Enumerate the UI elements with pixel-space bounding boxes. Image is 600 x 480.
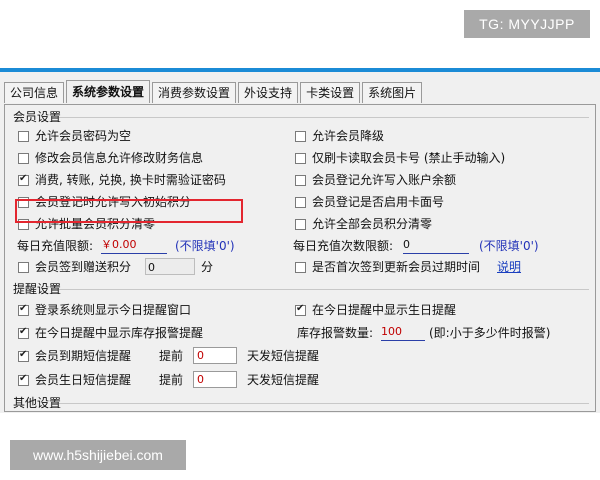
birthday-sms-checkbox[interactable] (18, 373, 29, 386)
daily-recharge-count-input[interactable]: 0 (403, 237, 469, 254)
expiry-sms-days-input[interactable]: 0 (193, 347, 237, 364)
section-divider (59, 289, 589, 290)
tab-card-types[interactable]: 卡类设置 (300, 82, 361, 103)
watermark-bottom: www.h5shijiebei.com (10, 440, 186, 470)
signin-points-input[interactable]: 0 (145, 258, 195, 275)
allow-balance-label: 会员登记允许写入账户余额 (312, 173, 457, 187)
stock-threshold-hint: (即:小于多少件时报警) (429, 326, 551, 340)
daily-recharge-amount-label: 每日充值限额: (17, 239, 94, 253)
birthday-sms-days-input[interactable]: 0 (193, 371, 237, 388)
stock-alert-checkbox[interactable] (18, 326, 29, 339)
allow-edit-finance-label: 修改会员信息允许修改财务信息 (35, 151, 204, 165)
reminder-section-title: 提醒设置 (13, 282, 62, 296)
clear-all-points-checkbox[interactable] (295, 219, 306, 230)
require-password-checkbox[interactable] (18, 173, 29, 186)
birthday-today-checkbox[interactable] (295, 303, 306, 316)
expiry-sms-suffix: 天发短信提醒 (247, 349, 320, 363)
daily-recharge-amount-input[interactable]: ￥0.00 (101, 237, 167, 254)
birthday-today-label: 在今日提醒中显示生日提醒 (312, 303, 457, 317)
member-section-title: 会员设置 (13, 110, 62, 124)
expiry-sms-advance: 提前 (159, 349, 184, 363)
allow-empty-password-checkbox[interactable] (18, 131, 29, 142)
signin-points-unit: 分 (201, 260, 214, 274)
stock-alert-label: 在今日提醒中显示库存报警提醒 (35, 326, 204, 340)
highlight-annotation-box (15, 199, 243, 223)
daily-recharge-count-label: 每日充值次数限额: (293, 239, 394, 253)
stock-threshold-input[interactable]: 100 (381, 324, 425, 341)
login-popup-checkbox[interactable] (18, 303, 29, 316)
require-password-label: 消费, 转账, 兑换, 换卡时需验证密码 (35, 173, 226, 187)
first-signin-label: 是否首次签到更新会员过期时间 (312, 260, 481, 274)
swipe-only-checkbox[interactable] (295, 153, 306, 164)
stock-threshold-label: 库存报警数量: (297, 326, 374, 340)
tab-consumption-params[interactable]: 消费参数设置 (152, 82, 237, 103)
birthday-sms-suffix: 天发短信提醒 (247, 373, 320, 387)
birthday-sms-label: 会员生日短信提醒 (35, 373, 132, 387)
daily-recharge-count-hint: (不限填'0') (479, 239, 539, 253)
birthday-sms-advance: 提前 (159, 373, 184, 387)
section-divider (59, 403, 589, 404)
swipe-only-label: 仅刷卡读取会员卡号 (禁止手动输入) (312, 151, 506, 165)
first-signin-checkbox[interactable] (295, 262, 306, 273)
expiry-sms-label: 会员到期短信提醒 (35, 349, 132, 363)
tab-system-params[interactable]: 系统参数设置 (66, 80, 151, 103)
tab-system-images[interactable]: 系统图片 (362, 82, 423, 103)
allow-empty-password-label: 允许会员密码为空 (35, 129, 132, 143)
allow-downgrade-label: 允许会员降级 (312, 129, 385, 143)
system-params-panel: 会员设置 允许会员密码为空 修改会员信息允许修改财务信息 消费, 转账, 兑换,… (4, 104, 596, 412)
login-popup-label: 登录系统则显示今日提醒窗口 (35, 303, 192, 317)
card-face-number-label: 会员登记是否启用卡面号 (312, 195, 445, 209)
tab-bar: 公司信息 系统参数设置 消费参数设置 外设支持 卡类设置 系统图片 (4, 80, 424, 104)
first-signin-help-link[interactable]: 说明 (497, 259, 521, 275)
signin-points-label: 会员签到赠送积分 (35, 260, 132, 274)
settings-window: 公司信息 系统参数设置 消费参数设置 外设支持 卡类设置 系统图片 会员设置 允… (0, 68, 600, 413)
tab-company-info[interactable]: 公司信息 (4, 82, 65, 103)
allow-edit-finance-checkbox[interactable] (18, 153, 29, 164)
clear-all-points-label: 允许全部会员积分清零 (312, 217, 433, 231)
signin-points-checkbox[interactable] (18, 262, 29, 273)
allow-downgrade-checkbox[interactable] (295, 131, 306, 142)
card-face-number-checkbox[interactable] (295, 197, 306, 208)
other-section-title: 其他设置 (13, 396, 62, 410)
expiry-sms-checkbox[interactable] (18, 349, 29, 362)
section-divider (59, 117, 589, 118)
allow-balance-checkbox[interactable] (295, 175, 306, 186)
tab-peripherals[interactable]: 外设支持 (238, 82, 299, 103)
watermark-top: TG: MYYJJPP (464, 10, 590, 38)
daily-recharge-amount-hint: (不限填'0') (175, 239, 235, 253)
